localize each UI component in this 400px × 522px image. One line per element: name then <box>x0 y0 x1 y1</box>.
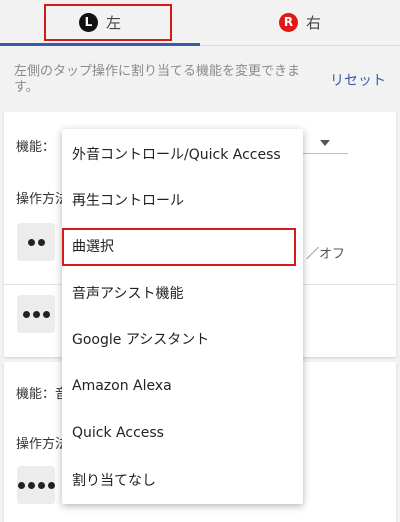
menu-item-playback-control[interactable]: 再生コントロール <box>62 177 303 223</box>
operation-label-2: 操作方法 <box>16 437 69 452</box>
dropdown-arrow-icon[interactable] <box>320 140 330 146</box>
quad-tap-icon <box>17 466 55 504</box>
triple-tap-icon <box>17 295 55 333</box>
menu-item-amazon-alexa[interactable]: Amazon Alexa <box>62 363 303 409</box>
tab-right[interactable]: R 右 <box>200 0 400 44</box>
tab-left[interactable]: L 左 <box>0 0 200 44</box>
menu-item-voice-assist[interactable]: 音声アシスト機能 <box>62 270 303 316</box>
function-label: 機能： <box>16 140 56 155</box>
menu-item-google-assistant[interactable]: Google アシスタント <box>62 316 303 362</box>
tab-bar: L 左 R 右 <box>0 0 400 46</box>
menu-item-ambient-control[interactable]: 外音コントロール/Quick Access <box>62 131 303 177</box>
menu-item-track-select[interactable]: 曲選択 <box>62 223 303 269</box>
left-badge-icon: L <box>78 12 98 32</box>
function-label-2: 機能：音 <box>16 387 69 402</box>
reset-link[interactable]: リセット <box>330 70 386 90</box>
settings-description: 左側のタップ操作に割り当てる機能を変更できます。 <box>14 64 301 95</box>
onoff-label: ／オフ <box>306 247 346 262</box>
tab-right-label: 右 <box>305 13 321 32</box>
function-dropdown-menu: 外音コントロール/Quick Access 再生コントロール 曲選択 音声アシス… <box>62 129 303 504</box>
menu-item-unassigned[interactable]: 割り当てなし <box>62 457 303 503</box>
operation-label: 操作方法 <box>16 192 69 207</box>
menu-item-quick-access[interactable]: Quick Access <box>62 410 303 456</box>
double-tap-icon <box>17 223 55 261</box>
tab-left-label: 左 <box>105 13 121 32</box>
active-tab-indicator <box>0 43 200 46</box>
right-badge-icon: R <box>278 12 298 32</box>
